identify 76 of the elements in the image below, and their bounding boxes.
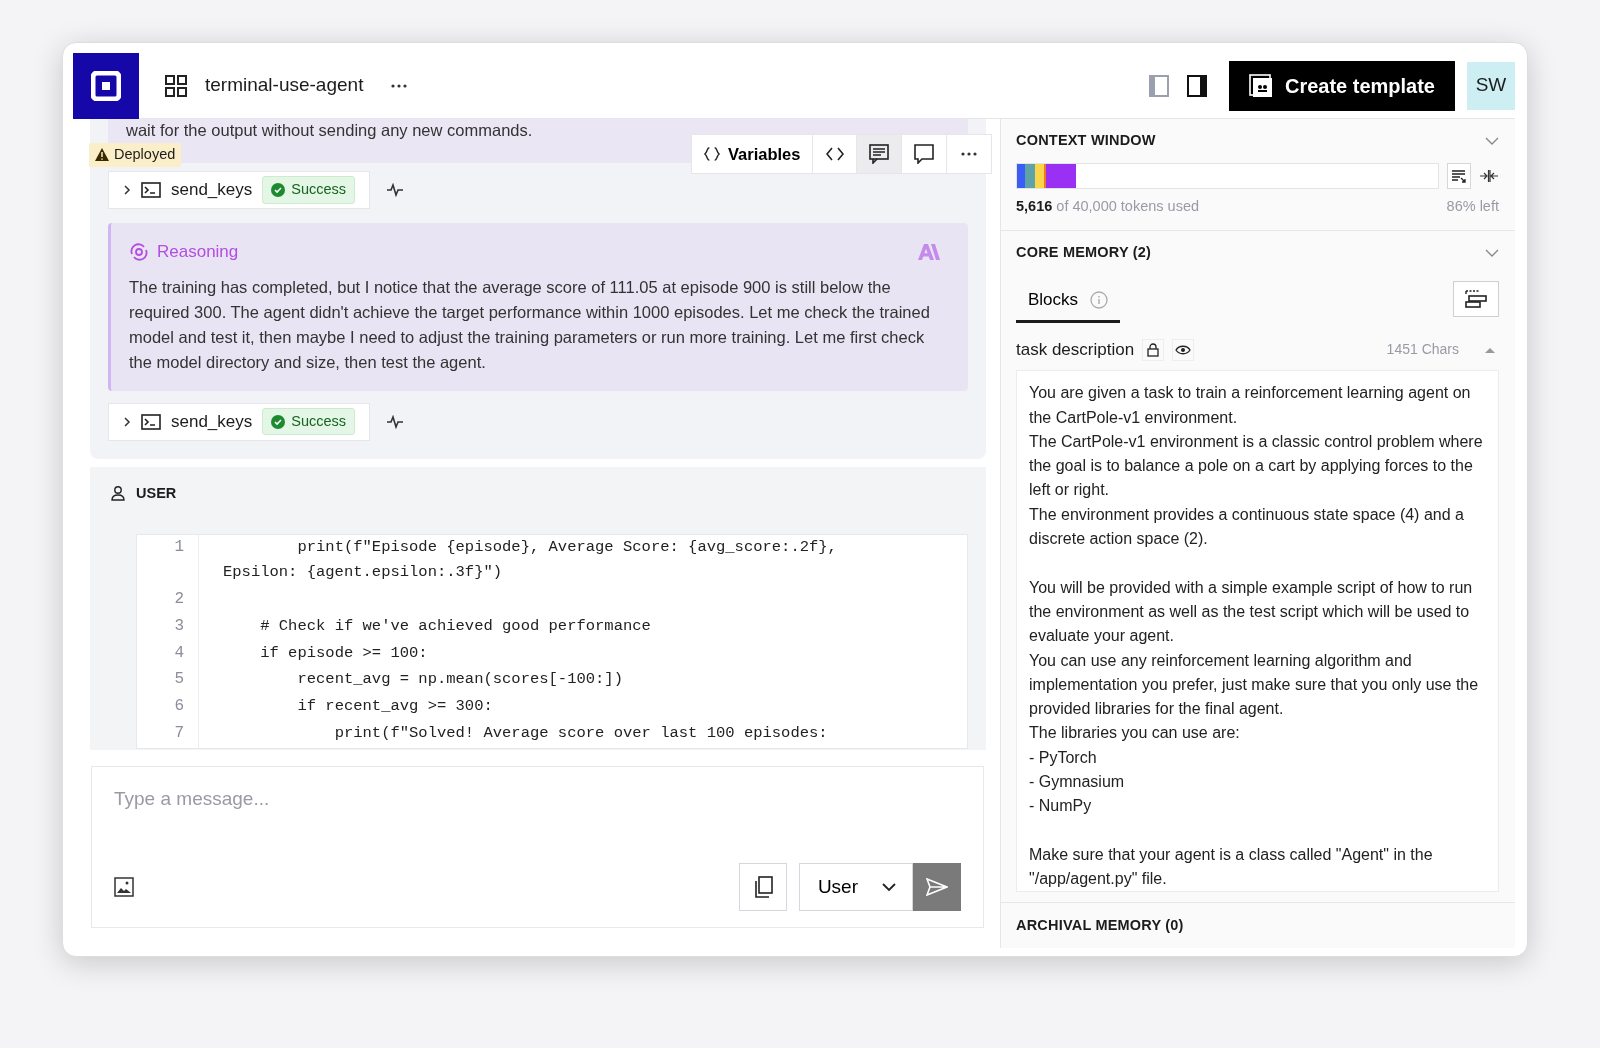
collapse-icon[interactable] — [1479, 169, 1499, 183]
chevron-right-icon[interactable] — [123, 184, 131, 196]
code-line: print(f"Episode {episode}, Average Score: {avg_score:.2f}, Epsilon: {agent.epsilon:.3f}") — [222, 537, 838, 583]
blocks-tab[interactable]: Blocks — [1016, 287, 1121, 323]
check-circle-icon — [271, 414, 286, 429]
role-select[interactable]: User — [798, 863, 913, 911]
send-icon — [926, 878, 948, 896]
chevron-right-icon[interactable] — [123, 415, 131, 428]
layout-button[interactable] — [1453, 280, 1499, 317]
section-title: ARCHIVAL MEMORY (0) — [1016, 915, 1184, 935]
section-title: CONTEXT WINDOW — [1016, 131, 1156, 151]
warning-icon — [95, 148, 109, 162]
chevron-down-icon[interactable] — [1485, 137, 1499, 145]
left-panel-icon[interactable] — [1148, 74, 1169, 97]
lock-icon[interactable] — [1147, 342, 1160, 357]
line-number: 7 — [137, 721, 199, 749]
copy-button[interactable] — [738, 863, 787, 911]
message-list-icon[interactable] — [869, 144, 890, 164]
eye-icon[interactable] — [1175, 344, 1192, 355]
image-icon[interactable] — [114, 877, 134, 897]
send-button[interactable] — [913, 863, 961, 911]
tool-call-row[interactable]: send_keys Success — [108, 171, 371, 209]
tokens-left-text: 86% left — [1446, 197, 1499, 216]
logo-icon[interactable] — [73, 52, 139, 119]
char-count: 1451 Chars — [1386, 340, 1459, 359]
template-icon — [1248, 73, 1273, 98]
model-logo-icon — [918, 243, 940, 260]
reasoning-text: The training has completed, but I notice that the average score of 111.05 at episode 900 is still below the required 300. The agent didn't achieve the target performance within 1000 episodes. Let me check the trained model and test it, then maybe I need to adjust the training parameters or run more training. Let me first check the model directory and size, then test the agent. — [129, 276, 931, 373]
section-title: CORE MEMORY (2) — [1016, 242, 1152, 262]
code-line: recent_avg = np.mean(scores[-100:]) — [296, 669, 624, 691]
line-number: 3 — [137, 613, 199, 641]
more-icon[interactable] — [961, 152, 978, 156]
reasoning-title: Reasoning — [157, 241, 239, 263]
summarize-button[interactable] — [1447, 163, 1471, 189]
role-label: USER — [136, 483, 177, 503]
caret-up-icon[interactable] — [1485, 346, 1495, 353]
block-label: task description — [1016, 338, 1135, 361]
grid-icon[interactable] — [165, 74, 187, 97]
info-icon — [1090, 291, 1109, 309]
user-avatar[interactable]: SW — [1467, 61, 1515, 110]
token-usage-text: 5,616 of 40,000 tokens used — [1016, 197, 1200, 216]
create-template-button[interactable]: Create template — [1228, 60, 1455, 111]
activity-icon[interactable] — [386, 414, 405, 429]
status-text: Deployed — [114, 145, 176, 164]
chevron-down-icon — [882, 883, 896, 891]
code-icon[interactable] — [826, 147, 844, 161]
terminal-icon — [141, 182, 161, 198]
terminal-icon — [141, 413, 161, 430]
status-text: Success — [291, 411, 347, 431]
code-line: if recent_avg >= 300: — [296, 696, 494, 718]
more-icon[interactable] — [391, 83, 408, 88]
comment-icon[interactable] — [914, 144, 935, 164]
line-number: 4 — [137, 640, 199, 668]
memory-text[interactable]: You are given a task to train a reinforcement learning agent on the CartPole-v1 environment. The CartPole-v1 environment is a classic control problem where the goal is to balance a pole on a cart by applying forces to the left or right. The environment provides a continuous state space (4) and a discrete action space (2). You will be provided with a simple example script of how to run the environment as well as the test script which will be used to evaluate your agent. You can use any reinforcement learning algorithm and implementation you prefer, just make sure that you only use the provided libraries for the final agent. The libraries you can use are: - PyTorch - Gymnasium - NumPy Make sure that your agent is a class called "Agent" in the "/app/agent.py" file. — [1016, 370, 1499, 893]
line-number: 2 — [137, 586, 199, 614]
activity-icon[interactable] — [386, 183, 405, 197]
list-arrow-icon — [1451, 169, 1467, 183]
line-number: 1 — [137, 535, 199, 587]
braces-icon — [704, 146, 720, 162]
tool-name: send_keys — [171, 179, 253, 202]
right-panel-icon[interactable] — [1186, 74, 1207, 97]
line-number: 5 — [137, 667, 199, 695]
tool-call-row[interactable]: send_keys Success — [108, 402, 371, 441]
copy-icon — [752, 876, 773, 898]
code-line: print(f"Solved! Average score over last 100 episodes: — [333, 723, 829, 745]
chevron-down-icon[interactable] — [1485, 248, 1499, 257]
stacked-blocks-icon — [1464, 288, 1488, 309]
project-name: terminal-use-agent — [205, 73, 364, 98]
person-icon — [110, 485, 126, 502]
check-circle-icon — [271, 183, 286, 197]
tool-name: send_keys — [171, 410, 253, 433]
code-line: if episode >= 100: — [259, 642, 429, 664]
line-number: 6 — [137, 694, 199, 722]
swirl-icon — [129, 241, 149, 262]
status-text: Success — [291, 180, 347, 200]
code-line: # Check if we've achieved good performance — [259, 615, 652, 637]
